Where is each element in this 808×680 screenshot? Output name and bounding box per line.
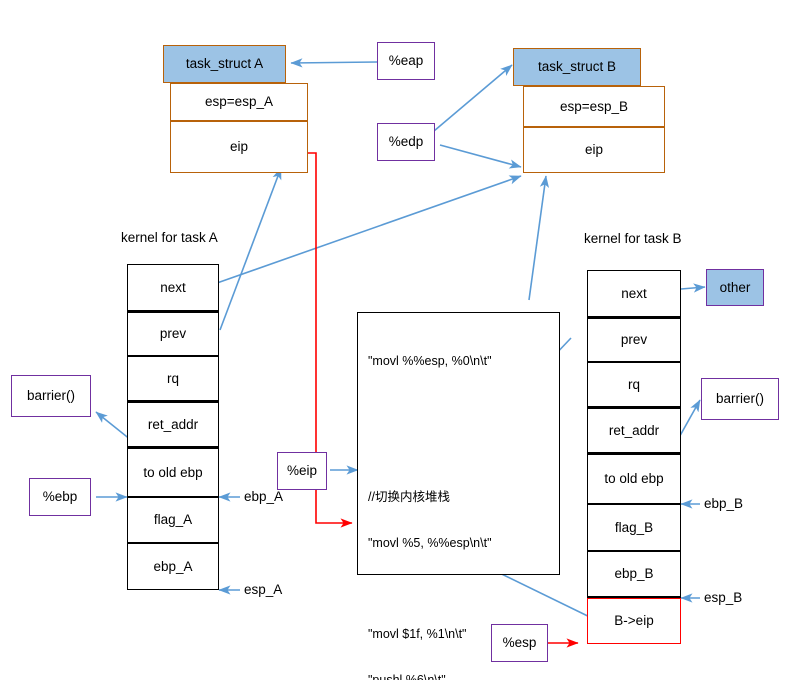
code-line-6: "movl $1f, %1\n\t" <box>368 627 467 642</box>
task-struct-b-field-eip-label: eip <box>584 142 603 158</box>
arrow-edp-to-taskstruct-b <box>433 64 513 132</box>
stack-a-cell-ebp-label: ebp_A <box>153 558 193 574</box>
code-line-3: //切换内核堆栈 <box>368 490 450 505</box>
arrow-code-to-ts-b-eip <box>528 175 550 301</box>
stack-a-cell-rq[interactable]: rq <box>127 356 219 401</box>
stack-a-cell-to-old-ebp[interactable]: to old ebp <box>127 448 219 497</box>
stack-b-cell-to-old-ebp-label: to old ebp <box>604 471 664 487</box>
task-struct-b-field-esp-label: esp=esp_B <box>560 98 628 114</box>
barrier-box-left-label: barrier() <box>26 388 75 404</box>
code-line-4: "movl %5, %%esp\n\t" <box>368 536 492 550</box>
stack-a-cell-prev[interactable]: prev <box>127 311 219 356</box>
register-eip[interactable]: %eip <box>277 452 327 490</box>
stack-b-cell-rq-label: rq <box>627 376 640 392</box>
stack-a-cell-next-label: next <box>160 279 186 295</box>
stack-a-cell-flag-label: flag_A <box>153 512 193 528</box>
arrow-stack-b-next-to-other <box>680 283 706 293</box>
task-struct-a-field-eip[interactable]: eip <box>170 121 308 173</box>
register-edp-label: %edp <box>388 134 424 150</box>
other-box[interactable]: other <box>706 269 764 306</box>
register-ebp-label: %ebp <box>42 489 78 505</box>
stack-b-caption: kernel for task B <box>584 231 682 246</box>
arrow-stack-a-retaddr-to-barrier <box>95 411 132 441</box>
task-struct-a-header[interactable]: task_struct A <box>163 45 286 83</box>
stack-b-cell-ebp[interactable]: ebp_B <box>587 551 681 598</box>
stack-b-cell-flag[interactable]: flag_B <box>587 504 681 551</box>
barrier-box-left[interactable]: barrier() <box>11 375 91 417</box>
stack-a-pointer-esp: esp_A <box>244 582 283 597</box>
stack-b-cell-prev-label: prev <box>620 332 648 348</box>
code-panel[interactable]: "movl %%esp, %0\n\t" //切换内核堆栈 "movl %5, … <box>357 312 560 680</box>
stack-a-cell-to-old-ebp-label: to old ebp <box>143 464 203 480</box>
stack-b-cell-ret-addr[interactable]: ret_addr <box>587 407 681 454</box>
code-line-0: "movl %%esp, %0\n\t" <box>368 353 492 368</box>
arrow-eap-to-taskstruct-a <box>290 58 378 68</box>
barrier-box-right[interactable]: barrier() <box>701 378 779 420</box>
task-struct-a-field-eip-label: eip <box>229 139 248 155</box>
register-eap-label: %eap <box>388 53 424 69</box>
stack-a-cell-ret-addr-label: ret_addr <box>147 416 199 432</box>
stack-a-caption: kernel for task A <box>121 230 218 245</box>
arrow-stack-a-next-to-ts-b <box>216 175 522 284</box>
diagram-canvas: task_struct A esp=esp_A eip task_struct … <box>0 0 808 680</box>
stack-b-cell-prev[interactable]: prev <box>587 317 681 362</box>
register-eip-label: %eip <box>286 463 318 479</box>
task-struct-b-header[interactable]: task_struct B <box>513 48 641 86</box>
stack-a-cell-rq-label: rq <box>166 370 179 386</box>
stack-a-pointer-ebp: ebp_A <box>244 489 284 504</box>
stack-a-cell-ret-addr[interactable]: ret_addr <box>127 401 219 448</box>
stack-a-cell-next[interactable]: next <box>127 264 219 311</box>
task-struct-a-field-esp-label: esp=esp_A <box>205 94 273 110</box>
task-struct-a-header-label: task_struct A <box>185 56 264 72</box>
stack-b-cell-ret-addr-label: ret_addr <box>608 422 660 438</box>
stack-a-cell-ebp[interactable]: ebp_A <box>127 543 219 590</box>
task-struct-b-field-esp[interactable]: esp=esp_B <box>523 86 665 127</box>
barrier-box-right-label: barrier() <box>715 391 764 407</box>
stack-b-pointer-ebp: ebp_B <box>704 496 744 511</box>
register-eap[interactable]: %eap <box>377 42 435 80</box>
stack-a-cell-flag[interactable]: flag_A <box>127 497 219 543</box>
task-struct-b-field-eip[interactable]: eip <box>523 127 665 173</box>
arrow-edp-to-taskstruct-b-eip <box>439 144 522 169</box>
register-edp[interactable]: %edp <box>377 123 435 161</box>
stack-b-cell-b-eip-label: B->eip <box>614 613 654 629</box>
register-ebp[interactable]: %ebp <box>29 478 91 516</box>
stack-b-pointer-esp: esp_B <box>704 590 743 605</box>
task-struct-b-header-label: task_struct B <box>537 59 617 75</box>
stack-b-cell-ebp-label: ebp_B <box>614 566 654 582</box>
other-box-label: other <box>719 279 751 295</box>
stack-b-cell-flag-label: flag_B <box>614 519 654 535</box>
arrow-stack-a-prev-to-ts-a-eip <box>219 167 282 331</box>
stack-b-cell-to-old-ebp[interactable]: to old ebp <box>587 454 681 504</box>
stack-a-cell-prev-label: prev <box>159 326 187 342</box>
stack-b-cell-b-eip[interactable]: B->eip <box>587 598 681 644</box>
stack-b-cell-rq[interactable]: rq <box>587 362 681 407</box>
task-struct-a-field-esp[interactable]: esp=esp_A <box>170 83 308 121</box>
code-line-7: "pushl %6\n\t" <box>368 673 446 680</box>
stack-b-cell-next-label: next <box>621 285 647 301</box>
stack-b-cell-next[interactable]: next <box>587 270 681 317</box>
